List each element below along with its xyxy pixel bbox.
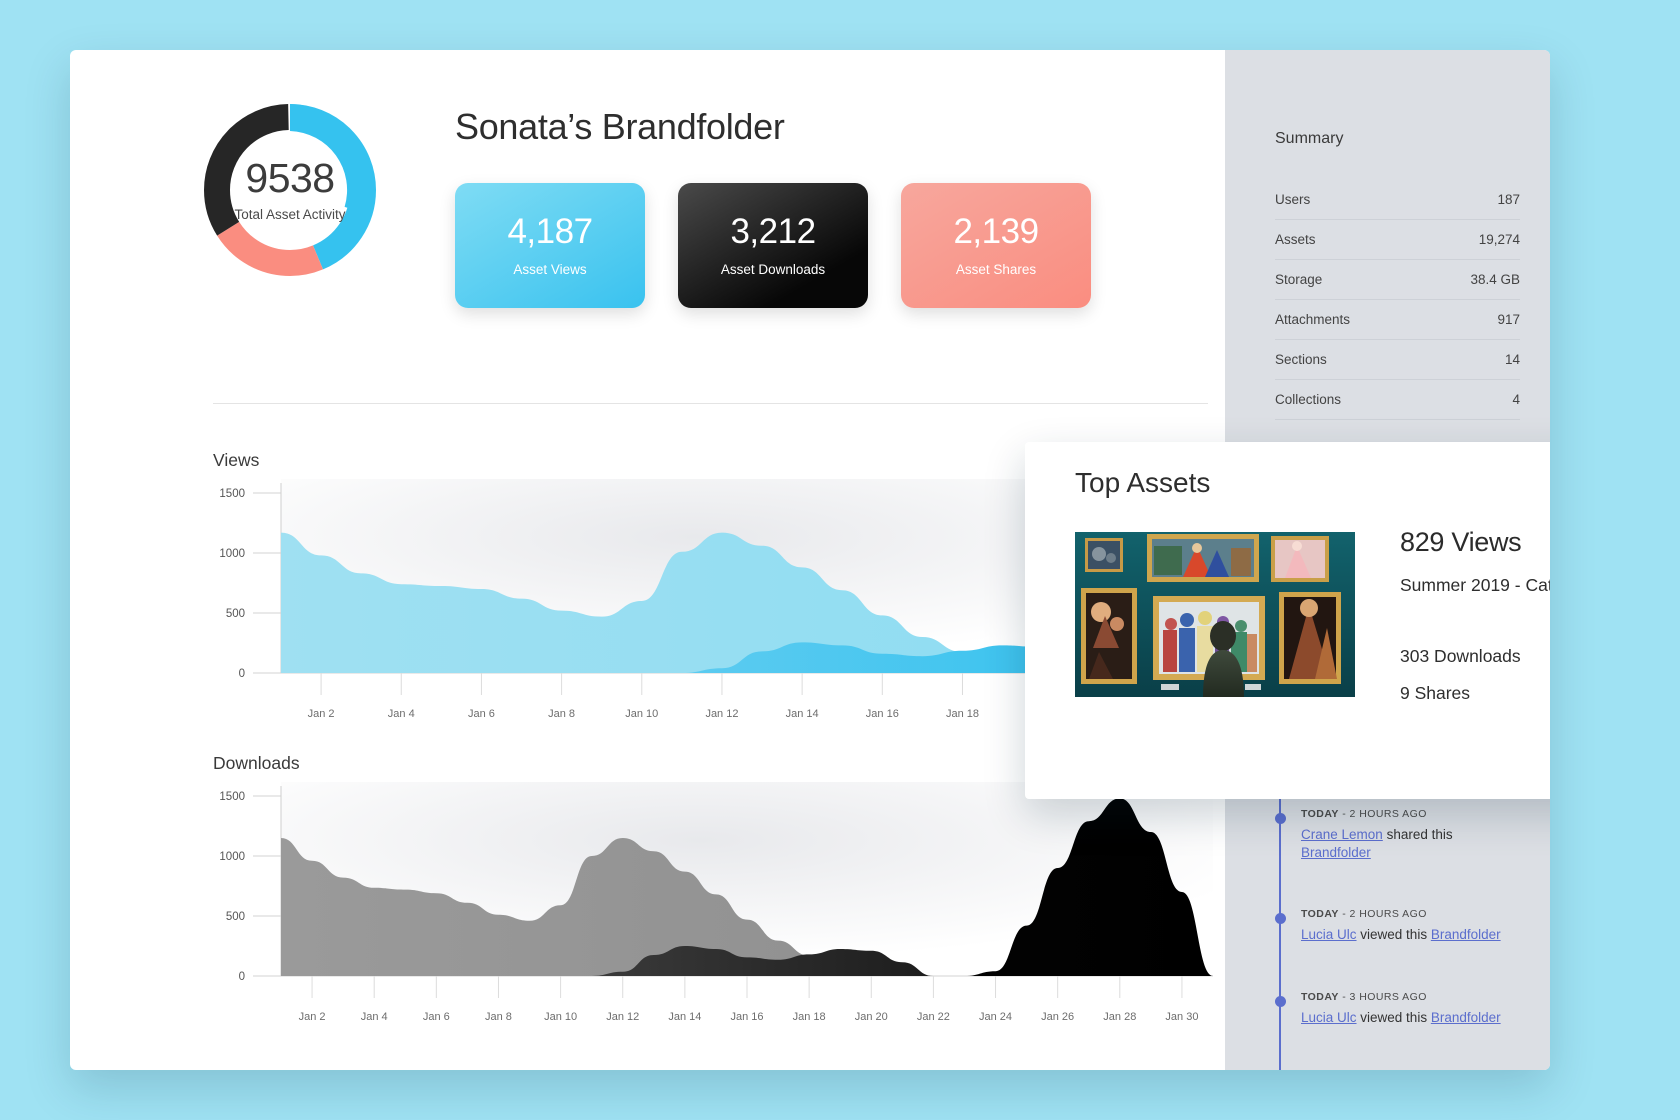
total-activity-donut: 9538 Total Asset Activity <box>190 90 390 290</box>
x-tick-label: Jan 8 <box>485 1011 512 1023</box>
asset-views-label: Asset Views <box>513 262 587 277</box>
summary-row-value: 19,274 <box>1478 232 1520 247</box>
summary-row-label: Users <box>1275 192 1311 207</box>
y-tick-label: 1000 <box>219 851 245 863</box>
y-tick-label: 0 <box>239 971 245 983</box>
y-tick-label: 1500 <box>219 488 245 500</box>
activity-dot-icon <box>1275 995 1286 1007</box>
asset-shares-value: 2,139 <box>953 212 1039 251</box>
top-assets-panel: Top Assets 829 Views Summer 2019 - Ca 30… <box>1025 442 1550 799</box>
x-tick-label: Jan 22 <box>917 1011 950 1023</box>
activity-item: TODAY - 2 HOURS AGO Crane Lemon shared th… <box>1275 808 1525 862</box>
downloads-chart-svg: 0 500 1000 1500 Jan 2 Jan 4 Jan 6 Jan 8 Jan 10 Ja… <box>219 782 1213 1023</box>
asset-shares-label: Asset Shares <box>955 262 1037 277</box>
x-tick-label: Jan 28 <box>1103 1011 1136 1023</box>
summary-row-label: Assets <box>1275 232 1316 247</box>
activity-text: Crane Lemon shared this Brandfolder <box>1301 827 1453 861</box>
x-tick-label: Jan 30 <box>1165 1011 1198 1023</box>
donut-center-label: 9538 Total Asset Activity <box>190 90 390 290</box>
top-asset-name: Summer 2019 - Catalogue <box>1400 575 1550 595</box>
activity-text: Lucia Ulc viewed this Brandfolder <box>1301 927 1501 943</box>
activity-timestamp: TODAY - 2 HOURS AGO <box>1301 808 1427 820</box>
activity-item: TODAY - 2 HOURS AGO Lucia Ulc viewed this… <box>1275 908 1525 944</box>
stat-cards-row: 4,187 Asset Views 3,212 Asset Downloads … <box>455 183 1091 308</box>
x-tick-label: Jan 14 <box>668 1011 701 1023</box>
summary-row: Users 187 <box>1275 180 1520 220</box>
header-divider <box>213 403 1208 404</box>
summary-row-label: Storage <box>1275 272 1323 287</box>
stat-card-asset-views[interactable]: 4,187 Asset Views <box>455 183 645 308</box>
x-tick-label: Jan 10 <box>625 708 658 720</box>
y-tick-label: 500 <box>226 911 245 923</box>
top-assets-title: Top Assets <box>1075 467 1211 498</box>
x-tick-label: Jan 16 <box>866 708 899 720</box>
y-tick-label: 1500 <box>219 791 245 803</box>
y-tick-label: 500 <box>226 608 245 620</box>
activity-dot-icon <box>1275 813 1286 824</box>
x-tick-label: Jan 20 <box>855 1011 888 1023</box>
summary-row-value: 4 <box>1512 392 1520 407</box>
top-asset-views: 829 Views <box>1400 527 1522 557</box>
top-asset-stats: 829 Views Summer 2019 - Catalogue 303 Do… <box>1400 527 1550 704</box>
asset-downloads-value: 3,212 <box>730 212 816 251</box>
top-asset-shares: 9 Shares <box>1400 683 1471 703</box>
x-tick-label: Jan 14 <box>786 708 819 720</box>
x-tick-label: Jan 12 <box>606 1011 639 1023</box>
activity-target-link[interactable]: Brandfolder <box>1301 845 1371 860</box>
top-asset-thumbnail[interactable] <box>1075 532 1355 697</box>
summary-heading: Summary <box>1275 130 1344 147</box>
summary-rows: Users 187 Assets 19,274 Storage 38.4 GB Attach… <box>1275 180 1520 420</box>
activity-timestamp: TODAY - 3 HOURS AGO <box>1301 990 1427 1003</box>
summary-row: Collections 4 <box>1275 380 1520 420</box>
top-asset-downloads: 303 Downloads <box>1400 646 1521 666</box>
x-tick-label: Jan 2 <box>299 1011 326 1023</box>
activity-timestamp: TODAY - 2 HOURS AGO <box>1301 908 1427 921</box>
activity-dot-icon <box>1275 913 1286 925</box>
x-tick-label: Jan 12 <box>705 708 738 720</box>
y-tick-label: 0 <box>239 668 245 680</box>
x-tick-label: Jan 4 <box>361 1011 388 1023</box>
activity-actor-link[interactable]: Lucia Ulc <box>1301 927 1357 942</box>
summary-row: Attachments 917 <box>1275 300 1520 340</box>
activity-actor-link[interactable]: Lucia Ulc <box>1301 1010 1357 1025</box>
asset-views-value: 4,187 <box>507 212 593 251</box>
stat-card-asset-shares[interactable]: 2,139 Asset Shares <box>901 183 1091 308</box>
summary-row-value: 14 <box>1504 352 1520 367</box>
summary-panel: Summary Users 187 Assets 19,274 Storage 38.4 … <box>1275 130 1520 420</box>
stat-card-asset-downloads[interactable]: 3,212 Asset Downloads <box>678 183 868 308</box>
x-tick-label: Jan 18 <box>793 1011 826 1023</box>
x-tick-label: Jan 6 <box>423 1011 450 1023</box>
header-area: 9538 Total Asset Activity Sonata’s Brand… <box>70 50 1225 404</box>
x-tick-label: Jan 24 <box>979 1011 1012 1023</box>
activity-item: TODAY - 3 HOURS AGO Lucia Ulc viewed this… <box>1275 991 1525 1027</box>
activity-text: Lucia Ulc viewed this Brandfolder <box>1301 1009 1501 1025</box>
asset-downloads-label: Asset Downloads <box>720 262 826 277</box>
summary-row: Storage 38.4 GB <box>1275 260 1520 300</box>
summary-row: Assets 19,274 <box>1275 220 1520 260</box>
x-tick-label: Jan 18 <box>946 708 979 720</box>
activity-target-link[interactable]: Brandfolder <box>1431 1010 1501 1025</box>
summary-row-value: 917 <box>1497 312 1520 327</box>
summary-row-label: Collections <box>1275 392 1342 407</box>
y-tick-label: 1000 <box>219 548 245 560</box>
donut-total-caption: Total Asset Activity <box>234 207 346 222</box>
activity-target-link[interactable]: Brandfolder <box>1431 927 1501 942</box>
summary-row-label: Attachments <box>1275 312 1351 327</box>
x-tick-label: Jan 10 <box>544 1011 577 1023</box>
dashboard-window: 9538 Total Asset Activity Sonata’s Brand… <box>70 50 1550 1070</box>
summary-row-value: 38.4 GB <box>1470 272 1520 287</box>
summary-row-value: 187 <box>1497 192 1520 207</box>
x-tick-label: Jan 6 <box>468 708 495 720</box>
gallery-photo-svg <box>1075 532 1355 697</box>
activity-actor-link[interactable]: Crane Lemon <box>1301 827 1383 842</box>
x-tick-label: Jan 8 <box>548 708 575 720</box>
x-tick-label: Jan 16 <box>730 1011 763 1023</box>
x-tick-label: Jan 26 <box>1041 1011 1074 1023</box>
page-title: Sonata’s Brandfolder <box>455 106 785 147</box>
summary-row-label: Sections <box>1275 352 1327 367</box>
x-tick-label: Jan 2 <box>308 708 335 720</box>
donut-total-value: 9538 <box>245 155 335 201</box>
x-tick-label: Jan 4 <box>388 708 415 720</box>
summary-row: Sections 14 <box>1275 340 1520 380</box>
